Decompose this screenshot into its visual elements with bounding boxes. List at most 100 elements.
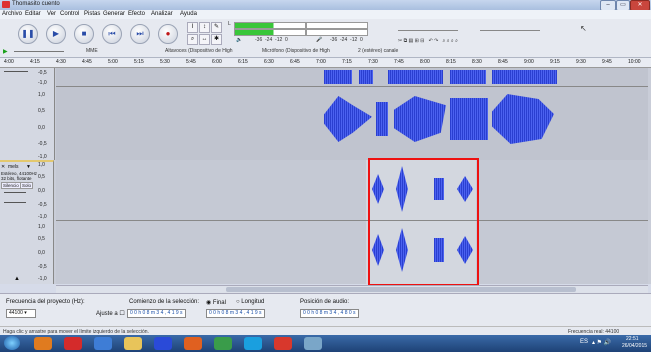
input-device[interactable]: Micrófono (Dispositivo de High [262, 48, 330, 54]
track-2-scale-label: -1,0 [38, 214, 47, 220]
taskbar: ES ▴ ⚑ 🔊 22:51 26/04/2015 [0, 335, 651, 352]
taskbar-app-icon[interactable] [184, 337, 202, 350]
envelope-tool-icon[interactable]: ↕ [199, 22, 210, 33]
tray-icons[interactable]: ▴ ⚑ 🔊 [592, 339, 611, 346]
waveform-clip [376, 102, 388, 136]
meter-ticks: -36 -24 -12 0 [255, 37, 288, 43]
ruler-tick: 10:00 [628, 59, 641, 65]
clock-time[interactable]: 22:51 [626, 336, 639, 342]
scrollbar-thumb[interactable] [226, 287, 576, 292]
track-2-close-icon[interactable]: ✕ [1, 164, 5, 170]
ruler-tick: 7:30 [368, 59, 378, 65]
window-title: Thomasito cuento [12, 1, 60, 7]
record-meter[interactable] [306, 22, 368, 29]
gain-slider[interactable] [4, 192, 26, 193]
zoom-tool-icon[interactable]: ⌕ [187, 34, 198, 45]
menu-archivo[interactable]: Archivo [2, 11, 22, 17]
ruler-tick: 4:15 [30, 59, 40, 65]
ruler-tick: 5:00 [108, 59, 118, 65]
track-2-name[interactable]: mels [8, 164, 19, 170]
menu-pistas[interactable]: Pistas [84, 11, 100, 17]
record-button[interactable]: ● [158, 24, 178, 44]
playback-meter-r[interactable] [234, 29, 306, 36]
track-1-pan-slider[interactable] [4, 71, 28, 72]
track-1-scale-label: -1,0 [38, 80, 47, 86]
taskbar-app-icon[interactable] [154, 337, 172, 350]
timeshift-tool-icon[interactable]: ↔ [199, 34, 210, 45]
mute-button[interactable]: Silencio [1, 182, 21, 189]
pause-button[interactable]: ❚❚ [18, 24, 38, 44]
waveform-clip [492, 70, 557, 84]
stop-button[interactable]: ■ [74, 24, 94, 44]
language-indicator[interactable]: ES [580, 339, 588, 345]
audio-track-2: ✕ mels ▼ Estéreo, 44100Hz 32 bits, flota… [0, 158, 651, 286]
edit-toolbar-icons[interactable]: ✂ ⧉ ▤ ⊞ ⊟ ↶ ↷ ⌕ ⌕ ⌕ ⌕ [398, 38, 458, 44]
collapse-icon[interactable]: ▲ [14, 276, 20, 282]
taskbar-app-icon[interactable] [94, 337, 112, 350]
play-button[interactable]: ▶ [46, 24, 66, 44]
ruler-tick: 6:00 [212, 59, 222, 65]
multi-tool-icon[interactable]: ✱ [211, 34, 222, 45]
timeline-ruler[interactable]: 4:00 4:15 4:30 4:45 5:00 5:15 5:30 5:45 … [0, 58, 651, 68]
taskbar-app-icon[interactable] [304, 337, 322, 350]
draw-tool-icon[interactable]: ✎ [211, 22, 222, 33]
ruler-tick: 6:15 [238, 59, 248, 65]
speaker-icon: 🔈 [236, 37, 243, 43]
track-2-waveform[interactable] [56, 158, 648, 286]
menu-generar[interactable]: Generar [103, 11, 125, 17]
horizontal-scrollbar[interactable] [56, 285, 648, 293]
audio-position-field[interactable]: 0 0 h 0 8 m 3 4 , 4 8 0 s [300, 309, 359, 318]
track-1-waveform[interactable] [56, 68, 648, 160]
volume-slider[interactable] [398, 24, 458, 31]
speed-slider[interactable] [14, 51, 64, 52]
mic-slider[interactable] [480, 24, 540, 31]
audio-position-label: Posición de audio: [300, 299, 350, 305]
skip-end-button[interactable]: ⏭ [130, 24, 150, 44]
input-channels[interactable]: 2 (estéreo) canale [358, 48, 398, 54]
track-2-scale-label: -0,5 [38, 264, 47, 270]
track-2-scale-label: 0,0 [38, 188, 45, 194]
menu-efecto[interactable]: Efecto [128, 11, 145, 17]
snap-to-checkbox[interactable]: Ajuste a ☐ [96, 310, 125, 317]
selection-end-field[interactable]: 0 0 h 0 8 m 3 4 , 4 1 9 s [206, 309, 265, 318]
audio-host[interactable]: MME [86, 48, 98, 54]
menu-ver[interactable]: Ver [47, 11, 56, 17]
meter-ticks-2: -36 -24 -12 0 [330, 37, 363, 43]
menu-ayuda[interactable]: Ayuda [180, 11, 197, 17]
ruler-tick: 6:45 [290, 59, 300, 65]
taskbar-app-icon[interactable] [244, 337, 262, 350]
ruler-tick: 4:45 [82, 59, 92, 65]
ruler-tick: 9:00 [524, 59, 534, 65]
taskbar-app-icon[interactable] [274, 337, 292, 350]
selection-start-field[interactable]: 0 0 h 0 8 m 3 4 , 4 1 9 s [127, 309, 186, 318]
play-at-speed-icon[interactable]: ▶ [3, 48, 8, 55]
menu-analizar[interactable]: Analizar [151, 11, 173, 17]
selection-tool-icon[interactable]: I [187, 22, 198, 33]
ruler-tick: 8:15 [446, 59, 456, 65]
project-rate-select[interactable]: 44100 ▾ [6, 309, 36, 318]
clock-date[interactable]: 26/04/2015 [622, 343, 647, 349]
length-radio[interactable]: ○ Longitud [236, 299, 264, 305]
record-meter-r[interactable] [306, 29, 368, 36]
taskbar-app-icon[interactable] [34, 337, 52, 350]
track-2-scale-label: 0,5 [38, 236, 45, 242]
output-device[interactable]: Altavoces (Dispositivo de High [165, 48, 233, 54]
ruler-tick: 9:15 [550, 59, 560, 65]
track-2-menu-chevron-icon[interactable]: ▼ [26, 164, 31, 170]
selection-toolbar: Frecuencia del proyecto (Hz): 44100 ▾ Co… [0, 293, 651, 327]
project-rate-label: Frecuencia del proyecto (Hz): [6, 299, 85, 305]
skip-start-button[interactable]: ⏮ [102, 24, 122, 44]
solo-button[interactable]: Solo [20, 182, 34, 189]
track-1-scale-label: 0,5 [38, 108, 45, 114]
end-radio[interactable]: ◉ Final [206, 299, 226, 306]
track-2-scale-label: 0,0 [38, 250, 45, 256]
pan-slider[interactable] [4, 202, 26, 203]
menu-editar[interactable]: Editar [25, 11, 41, 17]
start-button[interactable] [4, 336, 20, 350]
taskbar-app-icon[interactable] [124, 337, 142, 350]
playback-meter[interactable] [234, 22, 306, 29]
menu-control[interactable]: Control [60, 11, 79, 17]
taskbar-app-icon[interactable] [214, 337, 232, 350]
taskbar-app-icon[interactable] [64, 337, 82, 350]
ruler-tick: 9:45 [602, 59, 612, 65]
